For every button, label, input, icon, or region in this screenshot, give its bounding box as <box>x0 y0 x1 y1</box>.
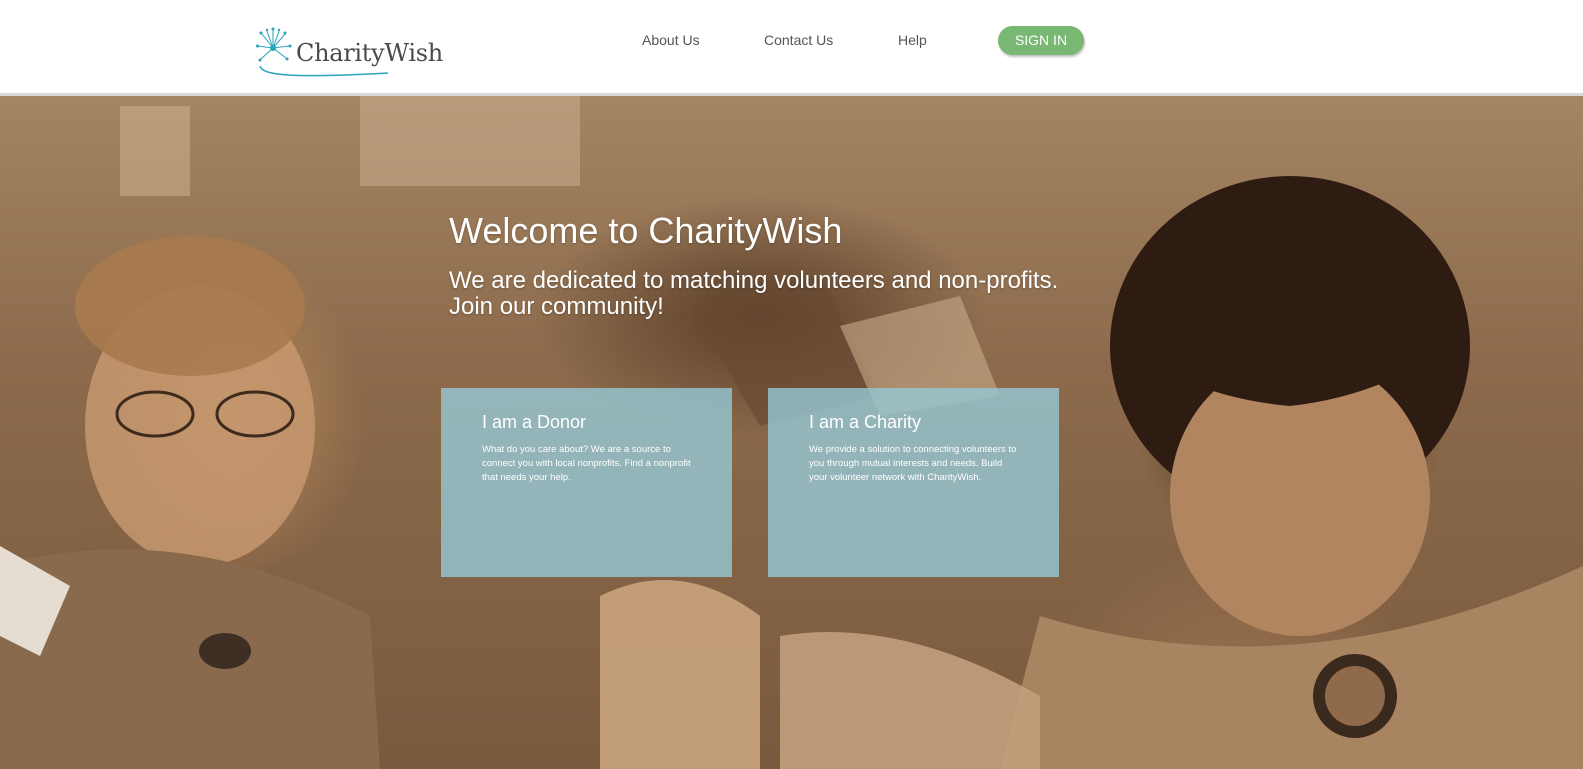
charity-card[interactable]: I am a Charity We provide a solution to … <box>768 388 1059 577</box>
nav-help[interactable]: Help <box>898 32 927 48</box>
hero-title: Welcome to CharityWish <box>449 210 843 251</box>
nav-contact-us[interactable]: Contact Us <box>764 32 833 48</box>
hero-subtitle-line-2: Join our community! <box>449 293 664 320</box>
hero-section: Welcome to CharityWish We are dedicated … <box>0 96 1583 769</box>
donor-card[interactable]: I am a Donor What do you care about? We … <box>441 388 732 577</box>
charity-card-text: We provide a solution to connecting volu… <box>809 444 1017 483</box>
site-header: CharityWish About Us Contact Us Help SIG… <box>0 0 1583 96</box>
sign-in-button[interactable]: SIGN IN <box>998 26 1084 55</box>
hero-subtitle-line-1: We are dedicated to matching volunteers … <box>449 267 1059 294</box>
logo-text: CharityWish <box>296 39 443 67</box>
charity-card-title: I am a Charity <box>809 412 922 432</box>
donor-card-text: What do you care about? We are a source … <box>482 444 691 483</box>
donor-card-title: I am a Donor <box>482 412 587 432</box>
charitywish-logo[interactable]: CharityWish <box>256 22 443 82</box>
nav-about-us[interactable]: About Us <box>642 32 700 48</box>
hero-subtitle: We are dedicated to matching volunteers … <box>449 268 1089 320</box>
